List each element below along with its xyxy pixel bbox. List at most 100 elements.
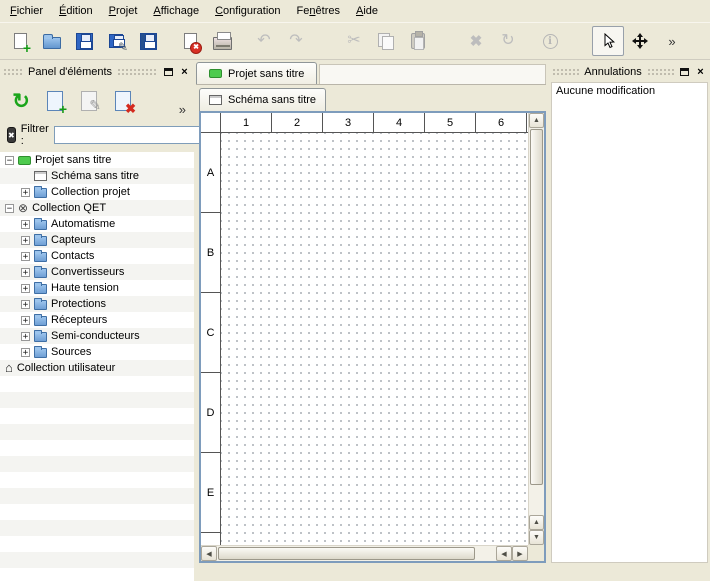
tree-item-projet-sans-titre[interactable]: − Projet sans titre [0, 152, 194, 168]
scroll-right-button[interactable]: ▶ [512, 546, 528, 561]
tree-item-label: Schéma sans titre [51, 170, 139, 182]
folder-icon [34, 284, 47, 294]
scroll-left-button[interactable]: ◀ [201, 546, 217, 561]
info-circle-icon: i [543, 34, 558, 49]
element-info-button[interactable]: i [534, 26, 566, 56]
schema-icon [209, 95, 222, 105]
expand-expander-icon[interactable]: + [21, 348, 30, 357]
delete-element-button[interactable]: ✖ [106, 84, 140, 118]
folder-icon [34, 268, 47, 278]
project-tab-bar: Projet sans titre [196, 62, 546, 85]
folder-icon [34, 316, 47, 326]
undo-dock-titlebar[interactable]: Annulations × [552, 64, 707, 79]
pan-mode-button[interactable] [624, 26, 656, 56]
tree-item-haute-tension[interactable]: + Haute tension [0, 280, 194, 296]
select-mode-button[interactable] [592, 26, 624, 56]
scroll-left-button[interactable]: ◀ [496, 546, 512, 561]
menu-fenetres[interactable]: Fenêtres [289, 1, 348, 21]
save-all-button[interactable] [132, 26, 164, 56]
collapse-expander-icon[interactable]: − [5, 204, 14, 213]
panel-overflow-button[interactable]: » [179, 102, 186, 117]
edit-element-button[interactable]: ✎ [72, 84, 106, 118]
tree-item-recepteurs[interactable]: + Récepteurs [0, 312, 194, 328]
clear-filter-button[interactable]: ✖ [7, 127, 16, 143]
ruler-column-label: 4 [374, 113, 425, 132]
new-element-button[interactable]: + [38, 84, 72, 118]
close-document-button[interactable]: ✖ [174, 26, 206, 56]
undo-button[interactable]: ↶ [248, 26, 280, 56]
tree-item-label: Projet sans titre [35, 154, 111, 166]
tree-item-protections[interactable]: + Protections [0, 296, 194, 312]
horizontal-scroll-thumb[interactable] [218, 547, 475, 560]
paste-icon [411, 33, 425, 49]
filter-input[interactable] [54, 126, 204, 144]
expand-expander-icon[interactable]: + [21, 284, 30, 293]
paste-button[interactable] [402, 26, 434, 56]
undo-history-list[interactable]: Aucune modification [551, 82, 708, 563]
tree-item-label: Contacts [51, 250, 94, 262]
toolbar-overflow-button[interactable]: » [656, 26, 688, 56]
tree-item-semi-conducteurs[interactable]: + Semi-conducteurs [0, 328, 194, 344]
vertical-scroll-track[interactable] [529, 128, 544, 515]
expand-expander-icon[interactable]: + [21, 268, 30, 277]
elements-panel-titlebar[interactable]: Panel d'éléments × [3, 64, 191, 79]
scissors-icon: ✂ [347, 33, 360, 49]
tree-item-automatisme[interactable]: + Automatisme [0, 216, 194, 232]
tree-item-convertisseurs[interactable]: + Convertisseurs [0, 264, 194, 280]
tab-schema-sans-titre[interactable]: Schéma sans titre [199, 88, 326, 111]
vertical-scroll-thumb[interactable] [530, 129, 543, 485]
rotate-button[interactable]: ↻ [492, 26, 524, 56]
tree-item-collection-utilisateur[interactable]: ⌂ Collection utilisateur [0, 360, 194, 376]
reload-collections-button[interactable]: ↻ [4, 84, 38, 118]
dock-float-button[interactable] [678, 66, 691, 78]
schema-canvas[interactable] [221, 133, 528, 545]
dock-title: Annulations [579, 66, 647, 78]
horizontal-scroll-track[interactable] [217, 546, 496, 561]
expand-expander-icon[interactable]: + [21, 236, 30, 245]
tree-item-collection-projet[interactable]: + Collection projet [0, 184, 194, 200]
menu-affichage[interactable]: Affichage [145, 1, 207, 21]
tree-item-schema-sans-titre[interactable]: Schéma sans titre [0, 168, 194, 184]
print-button[interactable] [206, 26, 238, 56]
expand-expander-icon[interactable]: + [21, 252, 30, 261]
close-red-icon: ✖ [190, 42, 202, 54]
tree-item-capteurs[interactable]: + Capteurs [0, 232, 194, 248]
expand-expander-icon[interactable]: + [21, 300, 30, 309]
menu-edition[interactable]: Édition [51, 1, 101, 21]
cut-button[interactable]: ✂ [338, 26, 370, 56]
tree-item-contacts[interactable]: + Contacts [0, 248, 194, 264]
tab-projet-sans-titre[interactable]: Projet sans titre [196, 62, 317, 84]
dock-close-button[interactable]: × [178, 66, 191, 78]
menu-configuration[interactable]: Configuration [207, 1, 288, 21]
tree-item-label: Collection utilisateur [17, 362, 115, 374]
open-button[interactable] [36, 26, 68, 56]
redo-button[interactable]: ↷ [280, 26, 312, 56]
scroll-down-button[interactable]: ▼ [529, 530, 544, 545]
tree-item-label: Collection projet [51, 186, 130, 198]
horizontal-scrollbar[interactable]: ◀ ◀ ▶ [201, 545, 528, 561]
expand-expander-icon[interactable]: + [21, 188, 30, 197]
tree-item-sources[interactable]: + Sources [0, 344, 194, 360]
collapse-expander-icon[interactable]: − [5, 156, 14, 165]
scroll-up-button[interactable]: ▲ [529, 113, 544, 128]
expand-expander-icon[interactable]: + [21, 332, 30, 341]
menu-fichier[interactable]: Fichier [2, 1, 51, 21]
save-as-button[interactable]: ✎ [100, 26, 132, 56]
scroll-up-button[interactable]: ▲ [529, 515, 544, 530]
dock-float-button[interactable] [162, 66, 175, 78]
expand-expander-icon[interactable]: + [21, 220, 30, 229]
tree-item-collection-qet[interactable]: − ⊗ Collection QET [0, 200, 194, 216]
arrow-up-icon: ▲ [533, 519, 540, 526]
schema-tab-bar: Schéma sans titre [199, 88, 326, 111]
delete-button[interactable]: ✖ [460, 26, 492, 56]
save-button[interactable] [68, 26, 100, 56]
dock-close-button[interactable]: × [694, 66, 707, 78]
folder-icon [34, 348, 47, 358]
menu-bar: Fichier Édition Projet Affichage Configu… [0, 0, 710, 22]
menu-projet[interactable]: Projet [101, 1, 146, 21]
new-file-button[interactable]: + [4, 26, 36, 56]
menu-aide[interactable]: Aide [348, 1, 386, 21]
copy-button[interactable] [370, 26, 402, 56]
expand-expander-icon[interactable]: + [21, 316, 30, 325]
vertical-scrollbar[interactable]: ▲ ▲ ▼ [528, 113, 544, 545]
